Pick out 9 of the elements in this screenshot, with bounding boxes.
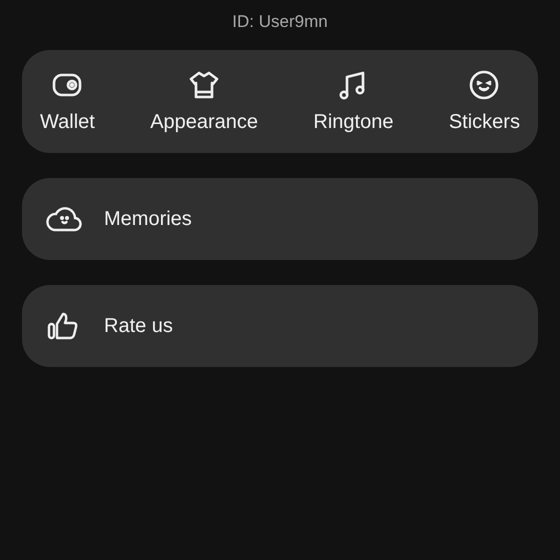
- shortcut-button[interactable]: Ringtone: [309, 50, 398, 153]
- shortcut-button[interactable]: Stickers: [444, 50, 524, 153]
- menu-item[interactable]: Memories: [22, 178, 538, 260]
- tshirt-icon: [188, 69, 220, 101]
- shortcut-button[interactable]: Appearance: [146, 50, 262, 153]
- smiley-icon: [468, 69, 500, 101]
- shortcut-button[interactable]: Wallet: [36, 50, 99, 153]
- user-id: ID: User9mn: [231, 12, 329, 32]
- menu-item[interactable]: Rate us: [22, 285, 538, 367]
